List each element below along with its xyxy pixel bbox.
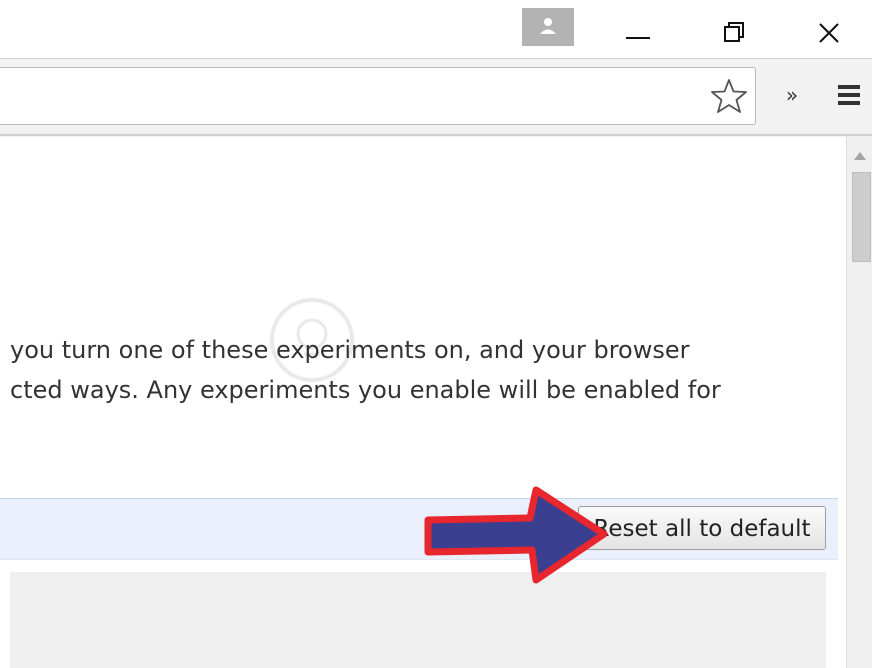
minimize-button[interactable] xyxy=(618,12,658,52)
extensions-overflow-button[interactable]: » xyxy=(778,81,806,109)
address-bar[interactable] xyxy=(0,67,756,125)
hamburger-menu-icon xyxy=(838,85,860,105)
browser-toolbar: » xyxy=(0,58,872,137)
restore-icon xyxy=(724,22,744,42)
star-icon xyxy=(711,79,747,113)
scroll-up-arrow-icon xyxy=(854,152,866,160)
annotation-arrow-icon xyxy=(424,486,608,584)
window-titlebar xyxy=(0,0,872,58)
bookmark-star-button[interactable] xyxy=(706,74,752,120)
warning-line-1: you turn one of these experiments on, an… xyxy=(10,336,690,364)
close-button[interactable] xyxy=(810,12,850,52)
profile-button[interactable] xyxy=(522,8,574,46)
minimize-icon xyxy=(626,37,650,39)
chrome-menu-button[interactable] xyxy=(832,81,868,117)
toolbar-divider xyxy=(0,134,872,136)
person-icon xyxy=(540,18,556,34)
experiments-warning-text: you turn one of these experiments on, an… xyxy=(10,330,846,410)
scroll-thumb[interactable] xyxy=(852,172,871,262)
vertical-scrollbar[interactable] xyxy=(846,136,872,668)
restore-button[interactable] xyxy=(714,12,754,52)
warning-line-2: cted ways. Any experiments you enable wi… xyxy=(10,376,721,404)
close-icon xyxy=(819,23,839,43)
scroll-up-button[interactable] xyxy=(853,146,867,160)
